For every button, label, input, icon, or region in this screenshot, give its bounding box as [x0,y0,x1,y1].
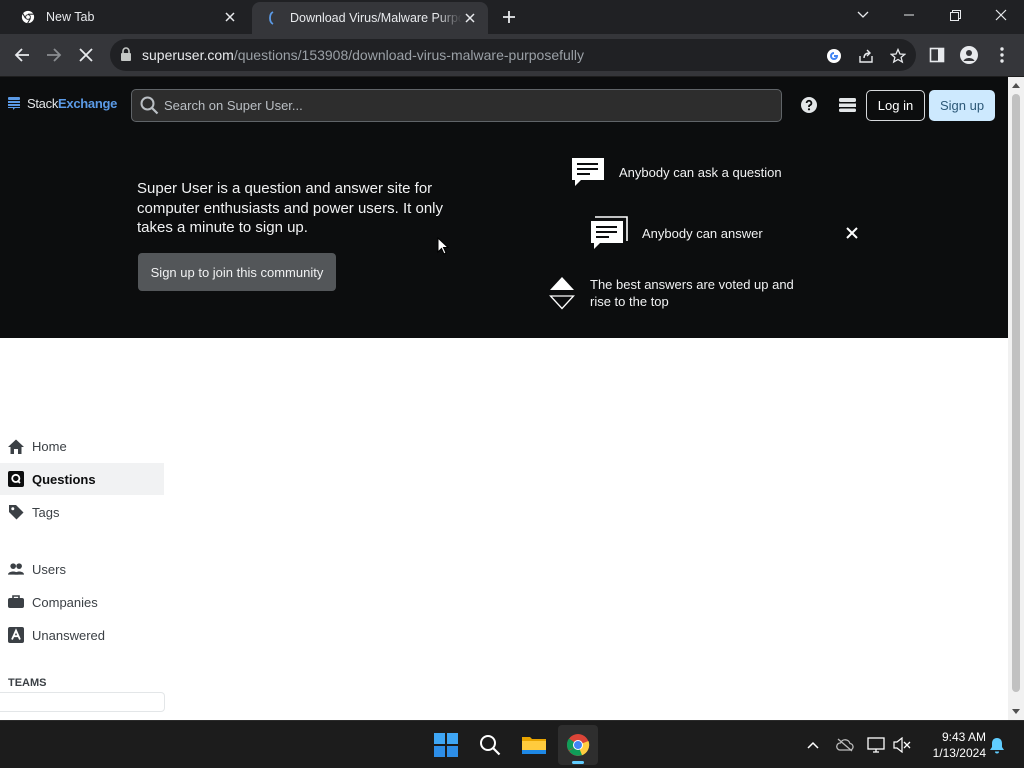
nav-item-label: Questions [32,471,96,487]
nav-item-home[interactable]: Home [0,430,164,462]
join-community-button[interactable]: Sign up to join this community [138,253,336,291]
teams-box [0,692,165,712]
address-bar[interactable]: superuser.com/questions/153908/download-… [110,39,916,71]
google-lens-icon[interactable] [823,45,845,67]
users-icon [8,561,24,577]
hero-description: Super User is a question and answer site… [137,180,443,236]
chrome-icon [20,9,36,25]
nav-item-users[interactable]: Users [0,553,164,585]
chrome-taskbar-icon[interactable] [558,725,598,765]
clock-date: 1/13/2024 [932,746,986,760]
file-explorer-icon[interactable] [514,725,554,765]
browser-toolbar: superuser.com/questions/153908/download-… [0,34,1024,77]
kebab-menu-icon[interactable] [987,40,1017,70]
clock-time: 9:43 AM [941,730,986,744]
mouse-cursor-icon [437,236,450,260]
speech-bubble-icon [571,157,619,187]
forward-arrow-icon[interactable] [39,40,69,70]
active-app-indicator [572,761,584,764]
login-button[interactable]: Log in [866,90,925,121]
nav-item-label: Companies [32,594,98,610]
scroll-up-arrow-icon[interactable] [1012,83,1020,88]
chevron-up-icon[interactable] [803,735,823,755]
nav-item-unanswered[interactable]: Unanswered [0,619,164,651]
taskbar-clock[interactable]: 9:43 AM 1/13/2024 [918,729,986,761]
logo-text-stack: Stack [27,96,59,111]
url-host: superuser.com [142,47,234,63]
back-arrow-icon[interactable] [7,40,37,70]
nav-item-label: Tags [32,504,60,520]
side-panel-icon[interactable] [922,40,952,70]
page-scrollbar[interactable] [1008,77,1024,720]
notification-bell-icon[interactable] [987,735,1007,755]
stackexchange-icon [264,10,280,26]
volume-muted-icon[interactable] [892,735,912,755]
close-icon[interactable] [222,9,238,25]
site-topbar: Stack Exchange Search on Super User... Lo… [0,77,1008,133]
site-search-input[interactable]: Search on Super User... [131,89,782,122]
network-icon[interactable] [866,735,886,755]
close-icon[interactable] [842,223,862,243]
hero-item-voted: The best answers are voted up and rise t… [549,276,800,310]
nav-item-label: Unanswered [32,627,105,643]
signup-button[interactable]: Sign up [929,90,995,121]
tab-title: Download Virus/Malware Purposefully [290,11,462,25]
onedrive-offline-icon[interactable] [835,735,855,755]
nav-item-label: Home [32,438,67,454]
tab-search-chevron-icon[interactable] [840,0,886,30]
nav-item-questions[interactable]: Questions [0,463,164,495]
bookmark-star-icon[interactable] [887,45,909,67]
stackexchange-logo-icon [8,97,20,110]
logo-text-exchange: Exchange [58,96,118,111]
share-icon[interactable] [855,45,877,67]
tag-icon [8,504,24,520]
profile-avatar-icon[interactable] [954,40,984,70]
url-text: superuser.com/questions/153908/download-… [142,47,584,63]
hero-item-answer: Anybody can answer [590,216,763,250]
teams-section-label: TEAMS [8,677,47,689]
help-icon[interactable] [798,94,820,116]
lock-icon[interactable] [120,47,132,67]
close-icon[interactable] [462,10,478,26]
stop-loading-icon[interactable] [71,40,101,70]
window-close-icon[interactable] [978,0,1024,30]
hero-item-label: Anybody can ask a question [619,164,782,180]
scrollbar-thumb[interactable] [1012,94,1020,692]
url-path: /questions/153908/download-virus-malware… [233,47,585,63]
page-viewport: Stack Exchange Search on Super User... Lo… [0,77,1008,720]
hero-item-ask: Anybody can ask a question [571,157,782,187]
speech-bubbles-icon [590,216,642,250]
minimize-icon[interactable] [886,0,932,30]
new-tab-plus-icon[interactable] [499,7,519,27]
scroll-down-arrow-icon[interactable] [1012,709,1020,714]
briefcase-icon [8,594,24,610]
unanswered-icon [8,627,24,643]
restore-icon[interactable] [932,0,978,30]
home-icon [8,438,24,454]
tab-new-tab[interactable]: New Tab [8,0,248,34]
nav-item-label: Users [32,561,66,577]
questions-icon [8,471,24,487]
search-icon [140,96,159,120]
browser-tab-strip: New Tab Download Virus/Malware Purposefu… [0,0,1024,34]
tab-title: New Tab [46,10,95,24]
stackexchange-logo[interactable]: Stack Exchange [8,96,117,111]
hero-item-label: The best answers are voted up and rise t… [590,277,794,309]
windows-start-icon[interactable] [426,725,466,765]
search-icon[interactable] [470,725,510,765]
tab-active-page[interactable]: Download Virus/Malware Purposefully [252,2,488,34]
community-hero-banner: Super User is a question and answer site… [0,133,1008,338]
search-placeholder: Search on Super User... [164,98,303,113]
site-switcher-icon[interactable] [836,94,858,116]
nav-item-companies[interactable]: Companies [0,586,164,618]
hero-item-label: Anybody can answer [642,225,763,241]
windows-taskbar: 9:43 AM 1/13/2024 [0,720,1024,768]
nav-item-tags[interactable]: Tags [0,496,164,528]
vote-arrows-icon [549,276,590,310]
